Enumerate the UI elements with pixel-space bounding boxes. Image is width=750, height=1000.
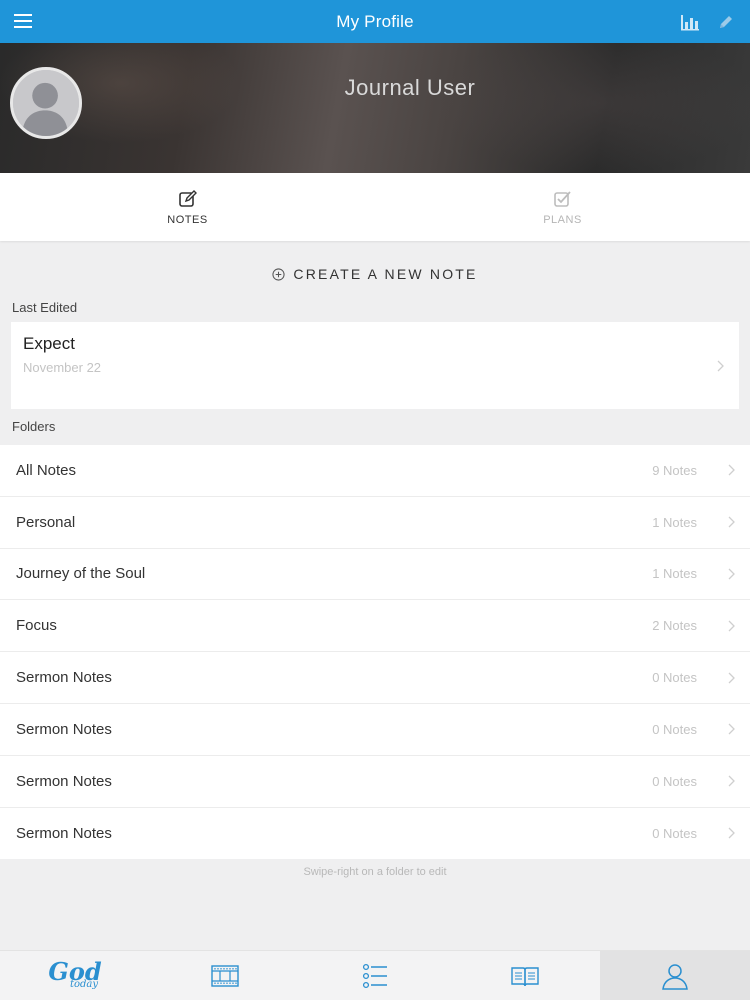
folder-row[interactable]: Personal 1 Notes (0, 497, 750, 549)
chevron-right-icon (728, 775, 735, 787)
folder-count: 0 Notes (652, 670, 697, 686)
tab-label: PLANS (543, 213, 582, 226)
hamburger-menu-icon[interactable] (14, 12, 32, 30)
chevron-right-icon (728, 568, 735, 580)
bottom-nav: God today (0, 950, 750, 1000)
folder-count: 0 Notes (652, 721, 697, 737)
folder-name: Journey of the Soul (16, 565, 146, 583)
nav-film[interactable] (150, 951, 300, 1000)
folder-name: Sermon Notes (16, 669, 112, 687)
folder-list: All Notes 9 Notes Personal 1 Notes Journ… (0, 445, 750, 860)
pencil-icon[interactable] (716, 12, 736, 32)
page-title: My Profile (336, 11, 414, 31)
folder-count: 0 Notes (652, 825, 697, 841)
folder-name: Sermon Notes (16, 772, 112, 790)
nav-book[interactable] (450, 951, 600, 1000)
chevron-right-icon (728, 723, 735, 735)
film-icon (211, 964, 239, 987)
folder-count: 9 Notes (652, 462, 697, 478)
chevron-right-icon (728, 620, 735, 632)
tab-notes[interactable]: NOTES (0, 173, 375, 241)
tab-plans[interactable]: PLANS (375, 173, 750, 241)
folder-name: Sermon Notes (16, 824, 112, 842)
last-edited-note[interactable]: Expect November 22 (11, 322, 739, 409)
tab-label: NOTES (167, 213, 208, 226)
book-icon (511, 966, 539, 986)
profile-tabs: NOTES PLANS (0, 173, 750, 241)
list-icon (362, 963, 387, 988)
profile-name: Journal User (344, 75, 476, 100)
create-note-label: CREATE A NEW NOTE (293, 266, 478, 282)
nav-home-logo[interactable]: God today (0, 951, 150, 1000)
folder-row[interactable]: Journey of the Soul 1 Notes (0, 549, 750, 601)
last-edited-label: Last Edited (12, 300, 78, 315)
note-title: Expect (23, 334, 75, 353)
folder-count: 0 Notes (652, 773, 697, 789)
god-today-logo: God today (48, 959, 101, 991)
plus-circle-icon (272, 267, 285, 281)
folder-count: 1 Notes (652, 514, 697, 530)
note-date: November 22 (23, 360, 102, 375)
chevron-right-icon (728, 464, 735, 476)
nav-profile[interactable] (600, 951, 750, 1000)
chevron-right-icon (717, 360, 724, 372)
chevron-right-icon (728, 516, 735, 528)
folder-count: 1 Notes (652, 566, 697, 582)
checkbox-icon (553, 190, 571, 207)
folder-row[interactable]: Sermon Notes 0 Notes (0, 704, 750, 756)
folder-row[interactable]: Sermon Notes 0 Notes (0, 756, 750, 808)
create-note-button[interactable]: CREATE A NEW NOTE (0, 263, 750, 285)
chevron-right-icon (728, 828, 735, 839)
chevron-right-icon (728, 672, 735, 684)
folder-name: All Notes (16, 461, 77, 479)
folder-row[interactable]: All Notes 9 Notes (0, 445, 750, 497)
folder-row[interactable]: Sermon Notes 0 Notes (0, 652, 750, 704)
swipe-hint: Swipe-right on a folder to edit (303, 866, 447, 878)
bar-chart-icon[interactable] (680, 12, 700, 32)
profile-icon (662, 963, 688, 990)
edit-note-icon (178, 189, 197, 207)
profile-header: Journal User (0, 43, 750, 173)
folder-count: 2 Notes (652, 618, 697, 634)
nav-list[interactable] (300, 951, 450, 1000)
folder-row[interactable]: Focus 2 Notes (0, 600, 750, 653)
folders-label: Folders (12, 419, 56, 434)
folder-name: Focus (16, 617, 57, 635)
logo-text-sub: today (69, 979, 99, 991)
folder-row[interactable]: Sermon Notes 0 Notes (0, 808, 750, 860)
folder-name: Sermon Notes (16, 720, 112, 738)
folder-name: Personal (16, 513, 76, 531)
top-bar: My Profile (0, 0, 750, 43)
